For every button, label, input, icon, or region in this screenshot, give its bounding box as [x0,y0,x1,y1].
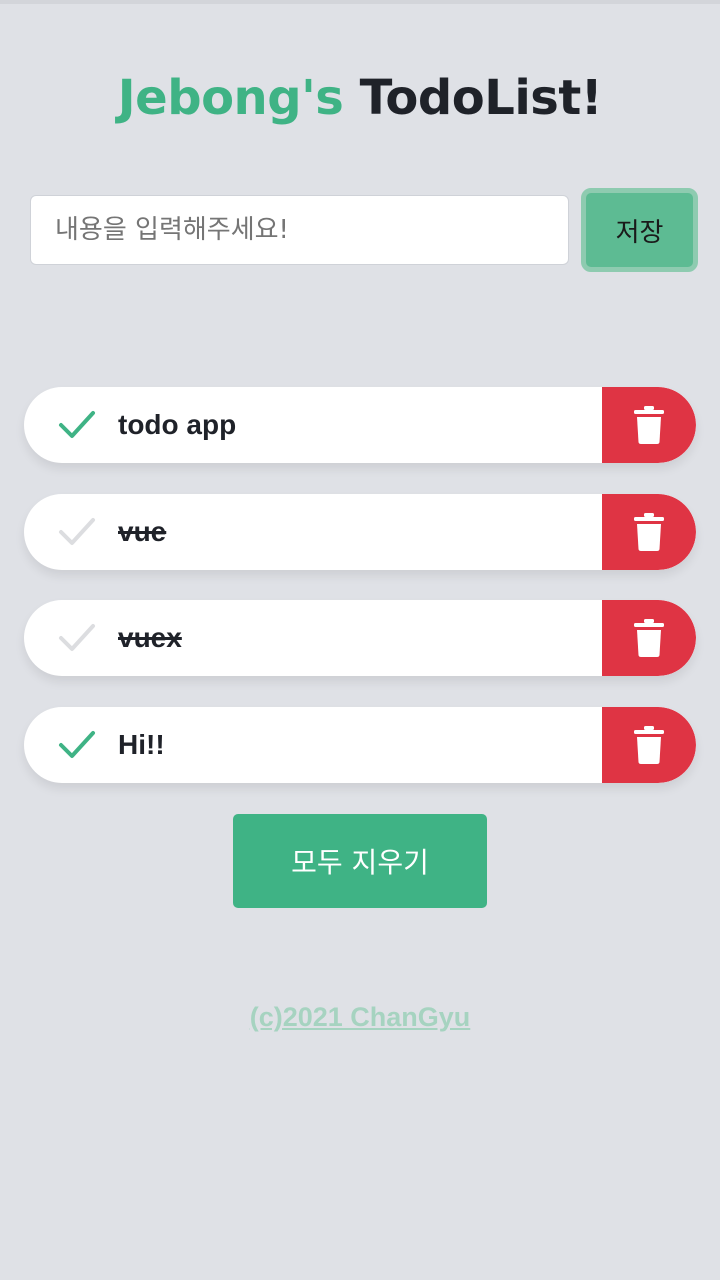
todo-input[interactable] [30,195,569,265]
delete-button[interactable] [602,494,696,570]
todo-text: todo app [118,409,237,440]
todo-text: Hi!! [118,729,165,760]
todo-item: Hi!! [24,707,696,783]
trash-icon [634,726,664,764]
todo-input-row: 저장 [30,188,698,272]
delete-button[interactable] [602,600,696,676]
trash-icon [634,513,664,551]
check-icon[interactable] [58,514,96,550]
clear-all-button[interactable]: 모두 지우기 [233,814,487,908]
trash-icon [634,406,664,444]
trash-icon [634,619,664,657]
check-icon[interactable] [58,407,96,443]
todo-item: todo app [24,387,696,463]
check-icon[interactable] [58,727,96,763]
title-rest: TodoList! [359,70,603,126]
save-button[interactable]: 저장 [581,188,698,272]
title-accent: Jebong's [117,70,344,126]
footer-link[interactable]: (c)2021 ChanGyu [0,1002,720,1033]
page-title: Jebong's TodoList! [0,70,720,126]
todo-item: vue [24,494,696,570]
check-icon[interactable] [58,620,96,656]
todo-text: vuex [118,622,182,653]
todo-item: vuex [24,600,696,676]
delete-button[interactable] [602,387,696,463]
delete-button[interactable] [602,707,696,783]
top-divider [0,0,720,4]
todo-text: vue [118,516,167,547]
